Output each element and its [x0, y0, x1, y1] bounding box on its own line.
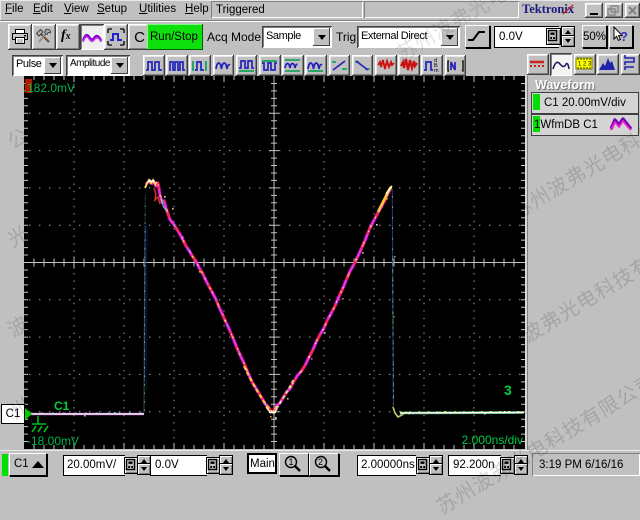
svg-text:1 2 3: 1 2 3 [578, 62, 592, 68]
svg-text:C1: C1 [54, 399, 70, 413]
svg-text:3: 3 [504, 382, 512, 398]
svg-text:1: 1 [289, 457, 294, 467]
svg-text:-18.00mV: -18.00mV [27, 434, 79, 448]
svg-text:182.0mV: 182.0mV [27, 81, 75, 95]
svg-text:2: 2 [318, 457, 323, 467]
svg-text:m: m [434, 68, 439, 74]
svg-text:?: ? [620, 29, 628, 44]
